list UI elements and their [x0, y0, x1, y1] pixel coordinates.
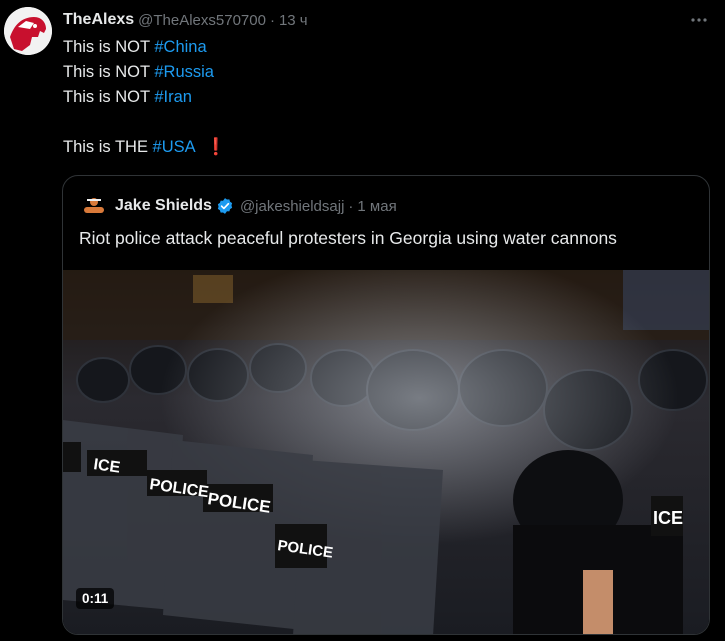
tweet-line: This is THE #USA ❗ — [63, 135, 226, 160]
video-duration-badge: 0:11 — [76, 588, 115, 609]
hashtag-link[interactable]: #USA — [153, 138, 196, 156]
tweet-header: TheAlexs @TheAlexs570700 · 13 ч — [63, 10, 308, 30]
line-text: This is NOT — [63, 88, 155, 106]
more-options-icon[interactable] — [688, 9, 710, 31]
quoted-tweet-timestamp[interactable]: 1 мая — [357, 198, 396, 215]
shield-label: ICE — [653, 508, 683, 528]
tweet-line: This is NOT #Iran — [63, 85, 226, 110]
line-text: This is NOT — [63, 38, 155, 56]
verified-badge-icon — [216, 197, 234, 215]
separator-dot: · — [348, 197, 354, 215]
hashtag-link[interactable]: #China — [154, 38, 206, 56]
author-name[interactable]: TheAlexs — [63, 11, 134, 29]
quoted-author-avatar[interactable] — [81, 195, 107, 217]
quoted-tweet-header: Jake Shields @jakeshieldsajj · 1 мая — [81, 195, 397, 217]
quoted-author-handle[interactable]: @jakeshieldsajj — [240, 198, 344, 215]
tweet-line: This is NOT #Russia — [63, 60, 226, 85]
author-handle[interactable]: @TheAlexs570700 — [138, 12, 266, 29]
tweet-line: This is NOT #China — [63, 35, 226, 60]
video-player[interactable]: ICE POLICE POLICE POLICE ICE 0:11 — [63, 270, 709, 634]
quoted-author-name[interactable]: Jake Shields — [115, 197, 212, 215]
tweet-text: This is NOT #China This is NOT #Russia T… — [63, 35, 226, 160]
exclamation-emoji: ❗ — [205, 138, 227, 156]
separator-dot: · — [269, 11, 275, 29]
author-avatar[interactable] — [4, 7, 52, 55]
line-text: This is NOT — [63, 63, 155, 81]
line-text: This is THE — [63, 138, 153, 156]
tweet-timestamp[interactable]: 13 ч — [279, 12, 308, 29]
quoted-tweet-text: Riot police attack peaceful protesters i… — [79, 228, 617, 248]
hashtag-link[interactable]: #Russia — [154, 63, 214, 81]
hashtag-link[interactable]: #Iran — [154, 88, 192, 106]
quoted-tweet[interactable]: Jake Shields @jakeshieldsajj · 1 мая Rio… — [62, 175, 710, 635]
